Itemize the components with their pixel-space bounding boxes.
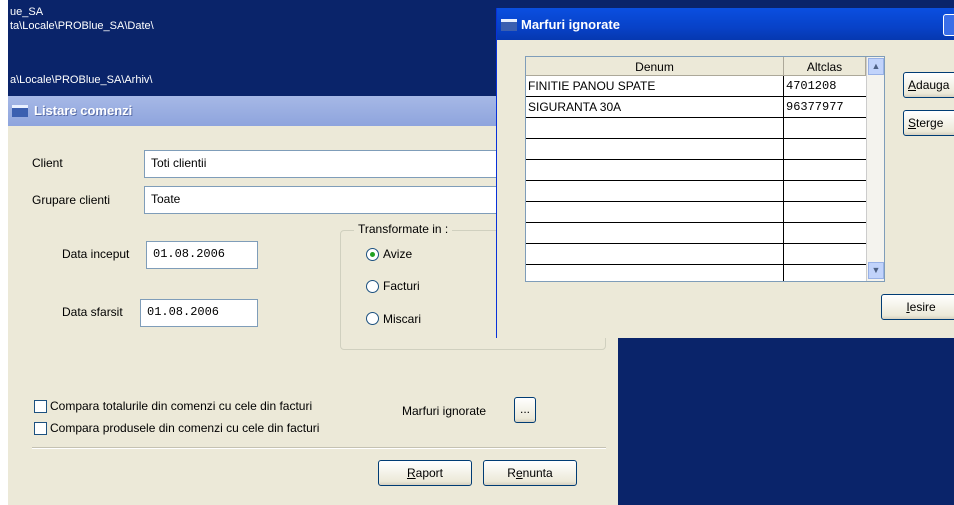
transformate-label: Transformate in : (354, 222, 453, 236)
path-line-1: ue_SA (10, 6, 44, 18)
table-row[interactable] (526, 181, 866, 202)
radio-facturi[interactable] (366, 280, 379, 293)
scroll-down-icon[interactable]: ▼ (868, 262, 884, 279)
check-produse-label: Compara produsele din comenzi cu cele di… (50, 421, 320, 435)
table-row[interactable] (526, 202, 866, 223)
renunta-hotkey: e (515, 466, 523, 480)
radio-avize[interactable] (366, 248, 379, 261)
listare-title: Listare comenzi (34, 103, 133, 118)
col-header-denum[interactable]: Denum (526, 57, 784, 76)
marfuri-grid[interactable]: Denum Altclas FINITIE PANOU SPATE 470120… (525, 56, 885, 282)
table-row[interactable] (526, 160, 866, 181)
table-row[interactable] (526, 223, 866, 244)
separator (32, 447, 606, 449)
data-sfarsit-label: Data sfarsit (62, 305, 123, 319)
sterge-hotkey: S (908, 116, 917, 130)
check-totaluri[interactable] (34, 400, 47, 413)
marfuri-ignorate-button[interactable]: ... (514, 397, 536, 423)
grupare-clienti-select[interactable]: Toate (144, 186, 504, 214)
scroll-up-icon[interactable]: ▲ (868, 58, 884, 75)
marfuri-title-bar[interactable]: Marfuri ignorate (497, 8, 954, 40)
renunta-label-b: nunta (522, 466, 553, 480)
row-1-altclas: 4701208 (786, 79, 837, 93)
check-produse[interactable] (34, 422, 47, 435)
path-line-3: a\Locale\PROBlue_SA\Arhiv\ (10, 74, 153, 86)
radio-facturi-label: Facturi (383, 279, 420, 293)
adauga-hotkey: A (908, 78, 917, 92)
grupare-clienti-label: Grupare clienti (32, 193, 111, 207)
sterge-button[interactable]: Sterge (903, 110, 954, 136)
grid-scrollbar[interactable]: ▲ ▼ (866, 57, 884, 281)
data-sfarsit-input[interactable]: 01.08.2006 (140, 299, 258, 327)
renunta-button[interactable]: Renunta (483, 460, 577, 486)
adauga-label: dauga (916, 78, 950, 92)
data-inceput-input[interactable]: 01.08.2006 (146, 241, 258, 269)
marfuri-title: Marfuri ignorate (521, 17, 620, 32)
radio-miscari[interactable] (366, 312, 379, 325)
close-icon[interactable] (943, 14, 954, 36)
table-row[interactable] (526, 118, 866, 139)
check-totaluri-label: Compara totalurile din comenzi cu cele d… (50, 399, 313, 413)
raport-hotkey: R (406, 466, 416, 480)
marfuri-app-icon (501, 19, 517, 31)
row-2-altclas: 96377977 (786, 100, 844, 114)
adauga-button[interactable]: Adauga (903, 72, 954, 98)
iesire-button[interactable]: Iesire (881, 294, 954, 320)
table-row[interactable] (526, 265, 866, 281)
client-label: Client (32, 156, 63, 170)
raport-label: aport (415, 466, 444, 480)
iesire-label: esire (909, 300, 936, 314)
table-row[interactable] (526, 139, 866, 160)
row-2-denum: SIGURANTA 30A (528, 100, 622, 114)
col-header-altclas[interactable]: Altclas (784, 57, 866, 76)
client-select[interactable]: Toti clientii (144, 150, 504, 178)
raport-button[interactable]: Raport (378, 460, 472, 486)
radio-avize-label: Avize (383, 247, 413, 261)
table-row[interactable] (526, 244, 866, 265)
app-icon (12, 105, 28, 117)
renunta-label-a: R (507, 466, 516, 480)
radio-miscari-label: Miscari (383, 312, 421, 326)
sterge-label: terge (916, 116, 944, 130)
marfuri-ignorate-window: Marfuri ignorate Denum Altclas FINITIE P… (496, 8, 954, 338)
marfuri-ignorate-label: Marfuri ignorate (402, 404, 487, 418)
path-line-2: ta\Locale\PROBlue_SA\Date\ (10, 20, 154, 32)
data-inceput-label: Data inceput (62, 247, 130, 261)
row-1-denum: FINITIE PANOU SPATE (528, 79, 656, 93)
screen-edge-left (0, 0, 8, 505)
